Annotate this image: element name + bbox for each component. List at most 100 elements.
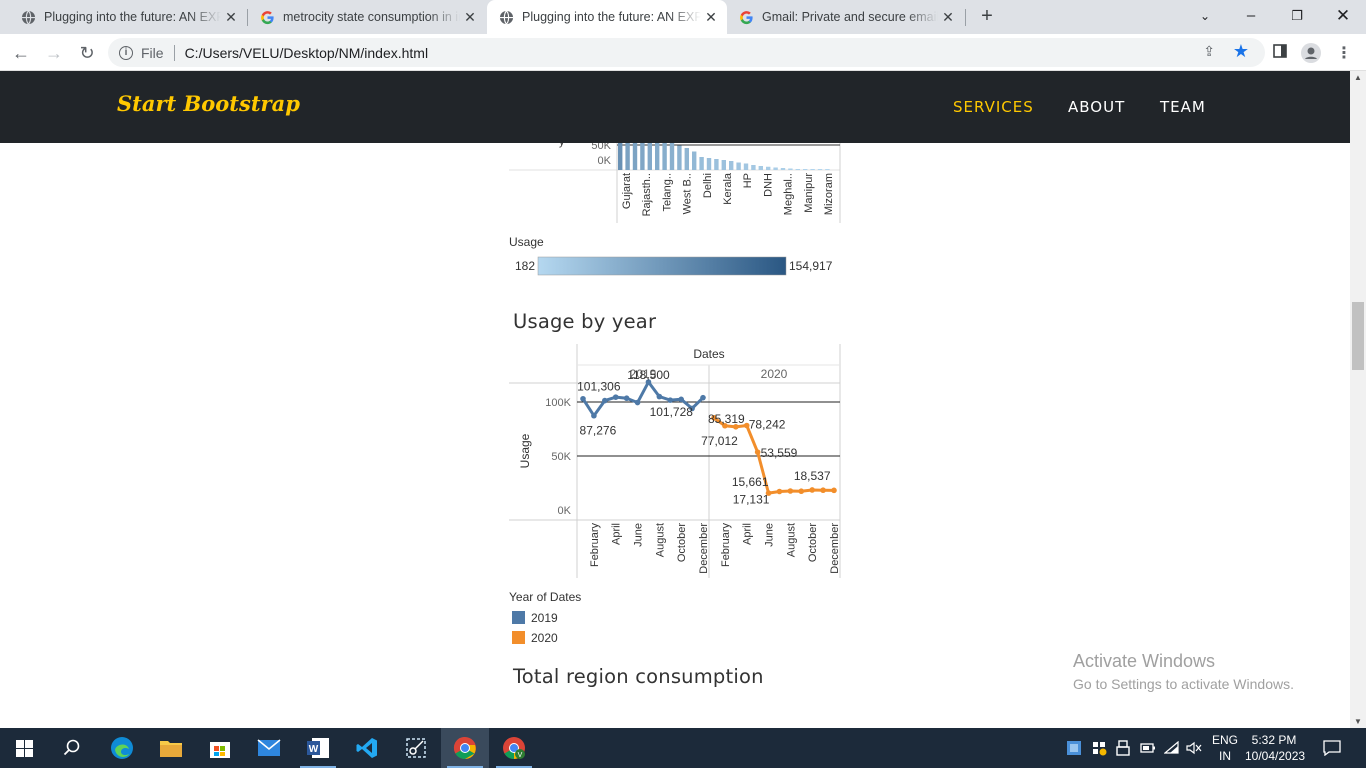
bar — [758, 166, 763, 170]
brand-logo[interactable]: Start Bootstrap — [117, 91, 300, 116]
x-tick-label: August — [785, 523, 797, 557]
y-tick-label: 0K — [598, 155, 612, 167]
data-point — [623, 395, 630, 402]
bar — [655, 143, 660, 170]
tab-search-chevron-icon[interactable]: ⌄ — [1190, 3, 1220, 29]
bar — [692, 151, 697, 170]
nav-link-services[interactable]: SERVICES — [953, 98, 1034, 116]
close-icon[interactable]: ✕ — [460, 9, 480, 26]
url-text[interactable]: C:/Users/VELU/Desktop/NM/index.html — [185, 45, 429, 61]
data-point — [798, 488, 805, 495]
bookmark-star-icon[interactable]: ★ — [1233, 41, 1249, 62]
data-label: 85,319 — [708, 412, 745, 426]
language-indicator[interactable]: ENG IN — [1208, 732, 1242, 764]
bar — [788, 168, 793, 170]
reload-icon[interactable]: ↻ — [75, 41, 99, 65]
info-icon[interactable]: i — [119, 45, 133, 60]
x-tick-label: Telang.. — [661, 173, 673, 212]
chrome-icon[interactable] — [441, 728, 489, 768]
scrollbar-thumb[interactable] — [1352, 302, 1364, 370]
tray-usb-icon[interactable] — [1116, 728, 1130, 768]
data-point — [612, 394, 619, 400]
new-tab-button[interactable]: + — [976, 5, 998, 27]
forward-arrow-icon[interactable]: → — [42, 41, 66, 65]
x-tick-labels: February April June August October December Fe… — [589, 523, 841, 574]
tray-battery-icon[interactable] — [1140, 728, 1156, 768]
bar — [632, 143, 638, 170]
svg-text:V: V — [518, 752, 523, 759]
y-tick-labels: 100K 50K 0K — [545, 397, 571, 517]
y-axis-title-fragment: y — [559, 143, 565, 148]
chrome-profile-icon[interactable]: V — [490, 728, 538, 768]
section-title-usage-by-year: Usage by year — [513, 310, 657, 333]
data-point — [580, 395, 586, 402]
share-icon[interactable]: ⇪ — [1203, 43, 1215, 60]
data-point — [591, 412, 597, 419]
restore-icon[interactable]: ❐ — [1282, 3, 1312, 29]
window-close-icon[interactable]: ✕ — [1328, 3, 1358, 29]
store-icon[interactable] — [196, 728, 244, 768]
bar — [825, 169, 830, 170]
snipping-icon[interactable] — [392, 728, 440, 768]
tray-network-status-icon[interactable] — [1066, 728, 1082, 768]
nav-link-about[interactable]: ABOUT — [1068, 98, 1125, 116]
close-icon[interactable]: ✕ — [221, 9, 241, 26]
y-tick-label: 50K — [551, 451, 571, 463]
legend-label-2020[interactable]: 2020 — [531, 631, 558, 645]
bar — [736, 162, 741, 170]
legend-label-2019[interactable]: 2019 — [531, 611, 558, 625]
browser-tab[interactable]: Plugging into the future: AN EXPLORATION… — [0, 0, 247, 34]
close-icon[interactable]: ✕ — [701, 9, 721, 26]
page-scrollbar[interactable]: ▲ ▼ — [1350, 71, 1366, 728]
x-tick-label: December — [829, 523, 841, 574]
mail-icon[interactable] — [245, 728, 293, 768]
bar — [677, 145, 682, 170]
x-tick-label: February — [720, 523, 732, 568]
usage-by-year-chart: Dates 2019 2020 Usage 100K50K0K 101,3061… — [509, 344, 841, 645]
data-point — [809, 487, 815, 493]
x-tick-label: June — [633, 523, 645, 547]
tray-wifi-icon[interactable] — [1164, 728, 1180, 768]
windows-start-icon[interactable] — [0, 728, 48, 768]
omnibox-divider — [173, 44, 175, 61]
file-explorer-icon[interactable] — [147, 728, 195, 768]
y-axis-title: Usage — [518, 433, 532, 468]
word-icon[interactable]: W — [294, 728, 342, 768]
system-clock[interactable]: 5:32 PM 10/04/2023 — [1245, 732, 1305, 764]
legend-swatch-2019[interactable] — [512, 611, 525, 624]
edge-icon[interactable] — [98, 728, 146, 768]
bar — [706, 158, 712, 170]
side-panel-icon[interactable] — [1270, 43, 1290, 63]
vscode-icon[interactable] — [343, 728, 391, 768]
tray-shield-icon[interactable] — [1091, 728, 1107, 768]
bar — [773, 167, 778, 170]
column-header-dates: Dates — [693, 347, 724, 361]
tray-volume-muted-icon[interactable] — [1186, 728, 1202, 768]
notification-center-icon[interactable] — [1323, 728, 1341, 768]
profile-avatar-icon[interactable] — [1301, 43, 1321, 63]
browser-tab[interactable]: Gmail: Private and secure email at no co… — [728, 0, 964, 34]
address-bar[interactable]: i File C:/Users/VELU/Desktop/NM/index.ht… — [108, 38, 1265, 67]
minimize-icon[interactable]: – — [1236, 3, 1266, 29]
x-tick-label: April — [611, 523, 623, 545]
menu-kebab-icon[interactable]: ⋮ — [1334, 43, 1354, 63]
x-tick-label: Manipur — [803, 173, 815, 213]
browser-tab-active[interactable]: Plugging into the future: AN EXPLORATION… — [487, 0, 727, 34]
legend-swatch-2020[interactable] — [512, 631, 525, 644]
y-tick-label: 0K — [558, 505, 572, 517]
lang-code: ENG — [1211, 733, 1238, 747]
bar — [625, 143, 630, 170]
search-icon[interactable] — [48, 728, 96, 768]
globe-icon — [20, 9, 36, 25]
scroll-down-arrow-icon[interactable]: ▼ — [1350, 717, 1366, 726]
close-icon[interactable]: ✕ — [938, 9, 958, 26]
tab-title: Plugging into the future: AN EXPLORATION — [44, 10, 221, 24]
bar — [714, 159, 719, 170]
browser-tab-strip: Plugging into the future: AN EXPLORATION… — [0, 0, 1366, 34]
year-legend-title: Year of Dates — [509, 590, 581, 604]
scroll-up-arrow-icon[interactable]: ▲ — [1350, 73, 1366, 82]
nav-link-team[interactable]: TEAM — [1160, 98, 1206, 116]
watermark-line1: Activate Windows — [1073, 651, 1216, 671]
back-arrow-icon[interactable]: ← — [9, 41, 33, 65]
browser-tab[interactable]: metrocity state consumption in india - G… — [248, 0, 486, 34]
